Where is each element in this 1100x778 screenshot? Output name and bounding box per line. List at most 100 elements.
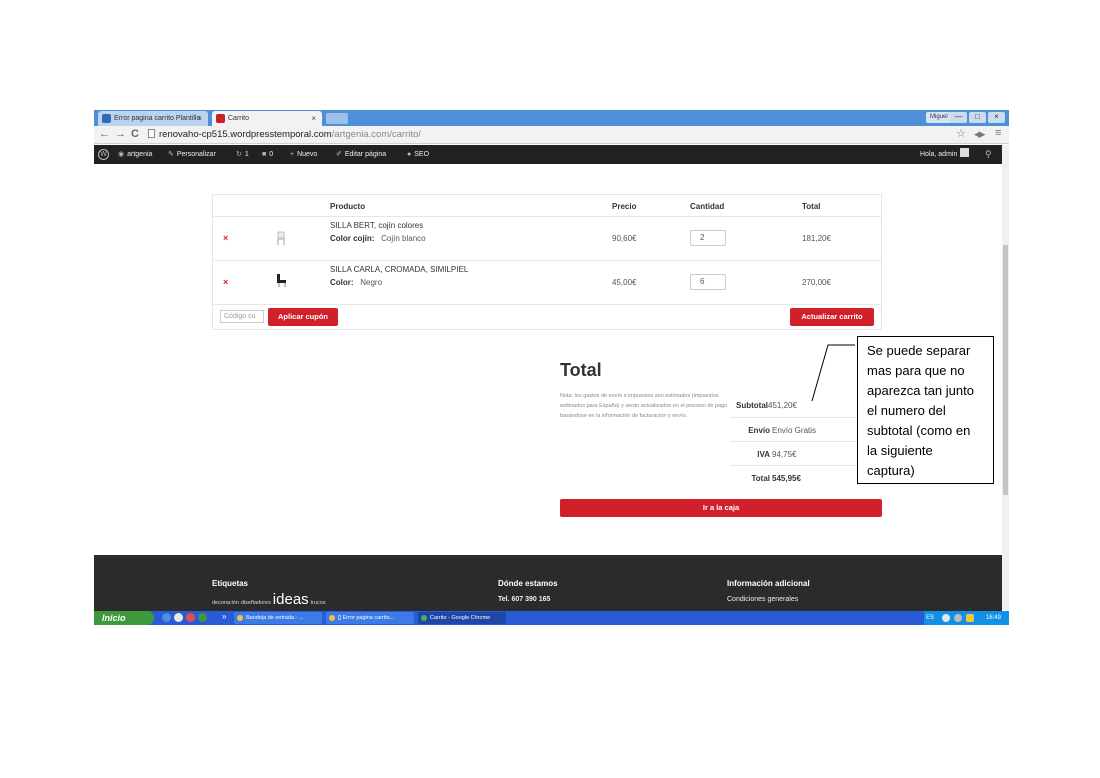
dashboard-icon: ◉ xyxy=(118,151,125,158)
tab-error-pagina[interactable]: Error pagina carrito Plantillo × xyxy=(98,111,208,126)
cart-row: × SILLA CARLA, CROMADA, SIMILPIEL Color:… xyxy=(213,261,881,305)
tray-volume-icon[interactable] xyxy=(966,614,974,622)
plus-icon: + xyxy=(290,151,295,158)
site-footer: Etiquetas decoración diseñadores ideas t… xyxy=(94,555,1002,611)
item-total: 181,20€ xyxy=(802,234,831,243)
chrome-icon xyxy=(421,615,427,621)
wp-admin-bar: W ◉ artgenia ✎ Personalizar ↻ 1 ■ 0 + Nuevo ✐… xyxy=(94,145,1002,164)
seo-status-icon: ● xyxy=(407,151,412,158)
back-icon[interactable]: ← xyxy=(99,128,110,140)
update-cart-button[interactable]: Actualizar carrito xyxy=(790,308,874,326)
admin-comments-link[interactable]: ■ 0 xyxy=(262,145,273,164)
language-indicator[interactable]: ES xyxy=(926,611,934,625)
remove-item-button[interactable]: × xyxy=(223,233,228,243)
item-total: 270,00€ xyxy=(802,278,831,287)
chrome-menu-icon[interactable]: ≡ xyxy=(995,127,1001,139)
search-icon[interactable]: ⚲ xyxy=(985,145,992,164)
folder-icon xyxy=(329,615,335,621)
quicklaunch-overflow[interactable]: » xyxy=(222,611,226,623)
tag-cloud: decoración diseñadores ideas trucos xyxy=(212,591,326,608)
admin-new-link[interactable]: + Nuevo xyxy=(290,145,317,164)
remove-item-button[interactable]: × xyxy=(223,277,228,287)
forward-icon[interactable]: → xyxy=(115,128,126,140)
tag-link[interactable]: trucos xyxy=(311,600,326,606)
footer-tags-title: Etiquetas xyxy=(212,579,249,588)
product-name-link[interactable]: SILLA BERT, cojín colores xyxy=(330,221,423,230)
quantity-input[interactable]: 6 xyxy=(690,274,726,290)
header-price: Precio xyxy=(612,202,637,211)
taskbar-item-chrome[interactable]: Carrito - Google Chrome xyxy=(418,612,506,624)
tab-close-icon[interactable]: × xyxy=(311,111,316,126)
page-icon xyxy=(148,129,155,138)
tab-carrito[interactable]: Carrito × xyxy=(212,111,322,126)
cart-table: Producto Precio Cantidad Total × SILLA B… xyxy=(212,194,882,330)
order-total-label: Total xyxy=(751,474,770,483)
iva-value: 94,75€ xyxy=(772,450,797,459)
tab-close-icon[interactable]: × xyxy=(197,111,202,126)
tray-security-icon[interactable] xyxy=(954,614,962,622)
system-tray: ES 16:49 xyxy=(924,611,1009,625)
admin-customize-link[interactable]: ✎ Personalizar xyxy=(168,145,216,164)
new-tab-button[interactable] xyxy=(326,113,348,124)
admin-seo-link[interactable]: ● SEO xyxy=(407,145,429,164)
header-product: Producto xyxy=(330,202,366,211)
outlook-icon xyxy=(237,615,243,621)
window-user-badge[interactable]: Miguel xyxy=(926,112,952,123)
desktop-icon[interactable] xyxy=(174,613,183,622)
totals-title: Total xyxy=(560,360,602,380)
word-favicon-icon xyxy=(102,114,111,123)
close-window-button[interactable]: × xyxy=(988,112,1005,123)
apply-coupon-button[interactable]: Aplicar cupón xyxy=(268,308,338,326)
bookmark-star-icon[interactable]: ☆ xyxy=(956,127,966,140)
tray-network-icon[interactable] xyxy=(942,614,950,622)
url-path: /artgenia.com/carrito/ xyxy=(331,129,421,140)
tag-link[interactable]: diseñadores xyxy=(241,600,271,606)
admin-updates-link[interactable]: ↻ 1 xyxy=(236,145,249,164)
header-quantity: Cantidad xyxy=(690,202,725,211)
tab-label: Error pagina carrito Plantillo xyxy=(114,115,201,122)
footer-info-title: Información adicional xyxy=(727,579,810,588)
taskbar-item-outlook[interactable]: Bandeja de entrada - ... xyxy=(234,612,322,624)
quantity-input[interactable]: 2 xyxy=(690,230,726,246)
url-host: renovaho-cp515.wordpresstemporal.com xyxy=(159,129,332,140)
shipping-value: Envío Gratis xyxy=(772,426,817,435)
reload-icon[interactable]: C xyxy=(131,128,139,140)
address-bar[interactable]: renovaho-cp515.wordpresstemporal.com/art… xyxy=(148,128,948,142)
shipping-label: Envío xyxy=(748,426,770,435)
tag-link[interactable]: ideas xyxy=(273,591,309,608)
chrome-icon[interactable] xyxy=(198,613,207,622)
chair-thumbnail-icon[interactable] xyxy=(273,230,289,246)
chair-thumbnail-icon[interactable] xyxy=(273,272,289,288)
opera-icon[interactable] xyxy=(186,613,195,622)
footer-conditions-link[interactable]: Condiciones generales xyxy=(727,596,798,603)
maximize-button[interactable]: □ xyxy=(969,112,986,123)
ie-icon[interactable] xyxy=(162,613,171,622)
page-scrollbar[interactable] xyxy=(1002,145,1009,610)
tab-strip: Error pagina carrito Plantillo × Carrito… xyxy=(94,110,1009,126)
start-button[interactable]: Inicio xyxy=(94,611,154,625)
subtotal-label: Subtotal xyxy=(736,401,768,410)
product-variation: Color: Negro xyxy=(330,278,383,287)
site-favicon-icon xyxy=(216,114,225,123)
product-variation: Color cojín: Cojín blanco xyxy=(330,234,426,243)
extension-icon[interactable]: ◂▶ xyxy=(974,129,985,140)
admin-account-link[interactable]: Hola, admin xyxy=(920,145,970,164)
footer-phone: Tel. 607 390 165 xyxy=(498,596,551,603)
minimize-button[interactable]: — xyxy=(950,112,967,123)
footer-location-title: Dónde estamos xyxy=(498,579,558,588)
header-total: Total xyxy=(802,202,821,211)
scrollbar-thumb[interactable] xyxy=(1003,245,1008,495)
admin-edit-page-link[interactable]: ✐ Editar página xyxy=(336,145,386,164)
admin-site-link[interactable]: ◉ artgenia xyxy=(118,145,152,164)
product-name-link[interactable]: SILLA CARLA, CROMADA, SIMILPIEL xyxy=(330,265,468,274)
taskbar-item-word[interactable]: [] Error pagina carrito... xyxy=(326,612,414,624)
checkout-button[interactable]: Ir a la caja xyxy=(560,499,882,517)
annotation-callout: Se puede separar mas para que no aparezc… xyxy=(857,336,994,484)
clock[interactable]: 16:49 xyxy=(986,611,1001,625)
windows-taskbar: Inicio » Bandeja de entrada - ... [] Err… xyxy=(94,611,1009,625)
coupon-code-input[interactable]: Código cu xyxy=(220,310,264,323)
iva-label: IVA xyxy=(757,450,770,459)
wordpress-logo-icon[interactable]: W xyxy=(98,149,109,160)
subtotal-value: 451,20€ xyxy=(768,401,797,410)
tag-link[interactable]: decoración xyxy=(212,600,239,606)
